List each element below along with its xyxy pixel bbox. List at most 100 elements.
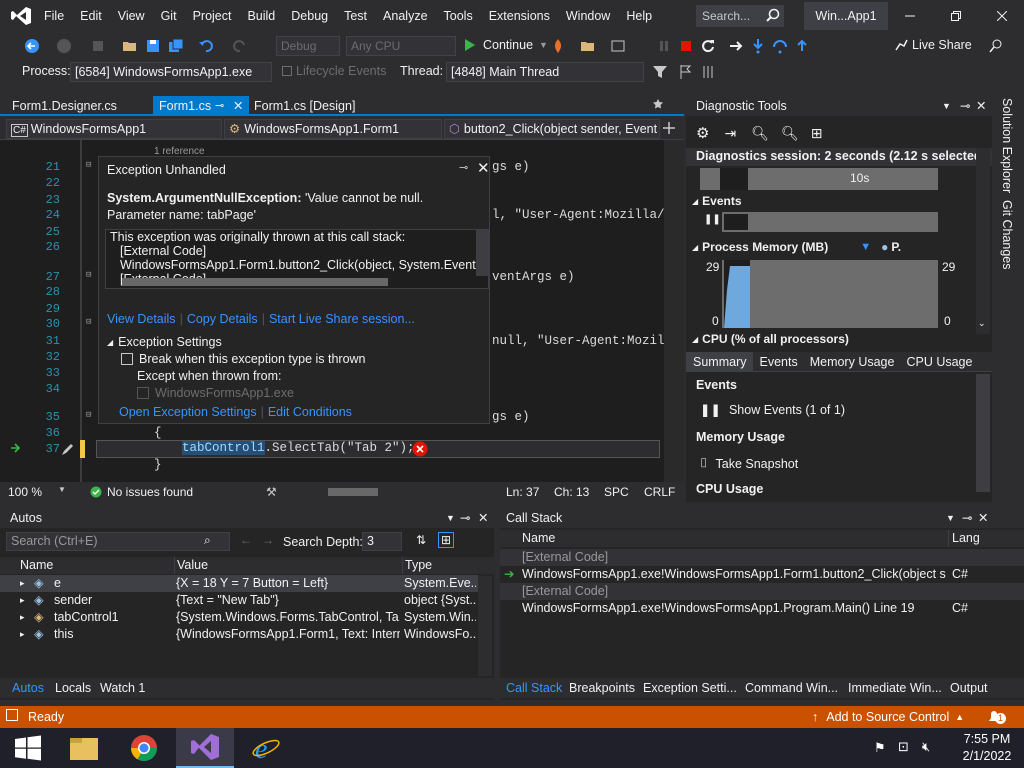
restore-button[interactable] bbox=[934, 0, 978, 32]
issues-indicator[interactable]: No issues found bbox=[90, 485, 193, 499]
menu-debug[interactable]: Debug bbox=[283, 0, 336, 32]
tab-exception-settings[interactable]: Exception Setti... bbox=[643, 678, 737, 698]
navigate-forward-icon[interactable] bbox=[56, 38, 72, 54]
pin-icon[interactable]: ⊸ bbox=[459, 161, 468, 174]
open-exception-settings-link[interactable]: Open Exception Settings bbox=[119, 405, 257, 419]
expand-arrow-icon[interactable]: ▸ bbox=[20, 592, 25, 609]
editor-vertical-scrollbar[interactable] bbox=[664, 140, 684, 482]
live-share-button[interactable]: Live Share bbox=[894, 38, 972, 52]
step-into-icon[interactable] bbox=[750, 38, 766, 54]
callstack-row[interactable]: ➔ WindowsFormsApp1.exe!WindowsFormsApp1.… bbox=[500, 566, 1024, 583]
undo-icon[interactable] bbox=[198, 38, 214, 54]
copy-details-link[interactable]: Copy Details bbox=[187, 312, 258, 326]
threads-toggle-icon[interactable] bbox=[700, 64, 716, 80]
line-indicator[interactable]: Ln: 37 bbox=[506, 485, 539, 499]
autos-scrollbar[interactable] bbox=[478, 576, 492, 676]
process-select[interactable]: [6584] WindowsFormsApp1.exe bbox=[70, 62, 272, 82]
flag-threads-icon[interactable] bbox=[678, 64, 694, 80]
zoom-out-icon[interactable]: 🔍︎ bbox=[781, 125, 799, 142]
view-details-link[interactable]: View Details bbox=[107, 312, 176, 326]
zoom-dropdown-icon[interactable]: ▼ bbox=[58, 485, 66, 494]
callstack-row[interactable]: [External Code] bbox=[500, 583, 1024, 600]
window-menu-icon[interactable]: ▼ bbox=[946, 508, 955, 528]
tab-form1-designer[interactable]: Form1.Designer.cs bbox=[6, 96, 152, 116]
continue-button[interactable]: Continue ▼ bbox=[464, 38, 548, 52]
expand-arrow-icon[interactable]: ▸ bbox=[20, 626, 25, 643]
column-indicator[interactable]: Ch: 13 bbox=[554, 485, 589, 499]
line-ending-indicator[interactable]: CRLF bbox=[644, 485, 675, 499]
callstack-row[interactable]: WindowsFormsApp1.exe!WindowsFormsApp1.Pr… bbox=[500, 600, 1024, 617]
code-cleanup-icon[interactable]: ⚒ bbox=[266, 485, 277, 499]
menu-git[interactable]: Git bbox=[153, 0, 185, 32]
redo-icon[interactable] bbox=[232, 38, 248, 54]
window-menu-icon[interactable]: ▼ bbox=[942, 96, 951, 116]
project-select[interactable]: C# WindowsFormsApp1 bbox=[6, 119, 222, 139]
menu-view[interactable]: View bbox=[110, 0, 153, 32]
collapse-icon[interactable]: ⊟ bbox=[86, 317, 91, 327]
file-explorer-taskbar-button[interactable] bbox=[56, 728, 112, 768]
break-all-icon[interactable] bbox=[656, 38, 672, 54]
tab-watch-1[interactable]: Watch 1 bbox=[100, 678, 145, 698]
memory-track-header[interactable]: ◢ Process Memory (MB) ▼ ● P. bbox=[692, 240, 901, 254]
screenshot-icon[interactable] bbox=[610, 38, 626, 54]
visual-studio-logo-icon[interactable] bbox=[10, 6, 32, 26]
collapse-icon[interactable]: ⊟ bbox=[86, 410, 91, 420]
pin-icon[interactable]: ⊸ bbox=[215, 96, 224, 116]
menu-build[interactable]: Build bbox=[239, 0, 283, 32]
tab-breakpoints[interactable]: Breakpoints bbox=[569, 678, 635, 698]
tab-memory-usage[interactable]: Memory Usage bbox=[804, 355, 901, 369]
timeline-ruler[interactable]: 10s bbox=[700, 168, 938, 190]
autos-row[interactable]: ▸ ◈ e {X = 18 Y = 7 Button = Left} Syste… bbox=[0, 575, 478, 592]
edit-conditions-link[interactable]: Edit Conditions bbox=[268, 405, 352, 419]
hot-reload-icon[interactable] bbox=[550, 38, 566, 54]
memory-graph[interactable] bbox=[722, 260, 938, 328]
search-icon[interactable]: ⌕ bbox=[204, 533, 211, 548]
exception-settings-header[interactable]: ◢ Exception Settings bbox=[107, 335, 222, 349]
tab-autos[interactable]: Autos bbox=[12, 678, 44, 698]
collapse-icon[interactable]: ⊟ bbox=[86, 270, 91, 280]
menu-help[interactable]: Help bbox=[618, 0, 660, 32]
menu-file[interactable]: File bbox=[36, 0, 72, 32]
col-name[interactable]: Name bbox=[522, 530, 946, 547]
menu-window[interactable]: Window bbox=[558, 0, 618, 32]
cpu-track-header[interactable]: ◢ CPU (% of all processors) bbox=[692, 332, 849, 346]
pin-icon[interactable]: ⊸ bbox=[960, 96, 970, 116]
tab-call-stack[interactable]: Call Stack bbox=[506, 678, 562, 698]
search-forward-icon[interactable]: → bbox=[262, 533, 274, 547]
tab-form1-cs[interactable]: Form1.cs ⊸ ✕ bbox=[153, 96, 249, 116]
summary-scrollbar[interactable] bbox=[976, 374, 990, 492]
live-share-session-link[interactable]: Start Live Share session... bbox=[269, 312, 415, 326]
pin-icon[interactable]: ⊸ bbox=[460, 508, 470, 528]
exception-error-icon[interactable] bbox=[412, 441, 428, 457]
class-select[interactable]: ⚙ WindowsFormsApp1.Form1 bbox=[224, 119, 442, 139]
show-events-button[interactable]: ❚❚ Show Events (1 of 1) bbox=[700, 402, 845, 418]
col-name[interactable]: Name bbox=[20, 557, 168, 574]
add-to-source-control-button[interactable]: ↑ Add to Source Control ▲ bbox=[812, 710, 964, 724]
view-options-icon[interactable]: ⇅ bbox=[416, 533, 426, 547]
menu-test[interactable]: Test bbox=[336, 0, 375, 32]
tab-form1-design[interactable]: Form1.cs [Design] bbox=[248, 96, 368, 116]
scroll-down-icon[interactable]: ⌄ bbox=[978, 318, 986, 329]
take-snapshot-button[interactable]: ⌷ Take Snapshot bbox=[700, 456, 798, 471]
search-icon[interactable] bbox=[766, 8, 780, 22]
minimize-button[interactable] bbox=[888, 0, 932, 32]
timeline-scrollbar[interactable]: ⌄ bbox=[976, 148, 990, 334]
events-track-header[interactable]: ◢ Events bbox=[692, 194, 742, 208]
visual-studio-taskbar-button[interactable] bbox=[176, 728, 234, 768]
stop-debugging-icon[interactable] bbox=[678, 38, 694, 54]
timeline-selection[interactable] bbox=[720, 168, 748, 190]
col-value[interactable]: Value bbox=[174, 557, 400, 574]
open-folder-icon[interactable] bbox=[122, 38, 138, 54]
step-over-icon[interactable] bbox=[772, 38, 788, 54]
feedback-icon[interactable] bbox=[988, 38, 1004, 54]
collapse-icon[interactable]: ⊟ bbox=[86, 160, 91, 170]
clock-time[interactable]: 7:55 PM bbox=[954, 732, 1020, 746]
filter-icon[interactable] bbox=[652, 64, 668, 80]
col-lang[interactable]: Lang bbox=[948, 530, 1024, 547]
export-icon[interactable]: ⇥ bbox=[724, 125, 736, 142]
navigate-back-icon[interactable] bbox=[24, 38, 40, 54]
restart-icon[interactable] bbox=[700, 38, 716, 54]
tab-output[interactable]: Output bbox=[950, 678, 988, 698]
volume-muted-icon[interactable]: 🔇︎ bbox=[922, 739, 930, 755]
menu-analyze[interactable]: Analyze bbox=[375, 0, 435, 32]
